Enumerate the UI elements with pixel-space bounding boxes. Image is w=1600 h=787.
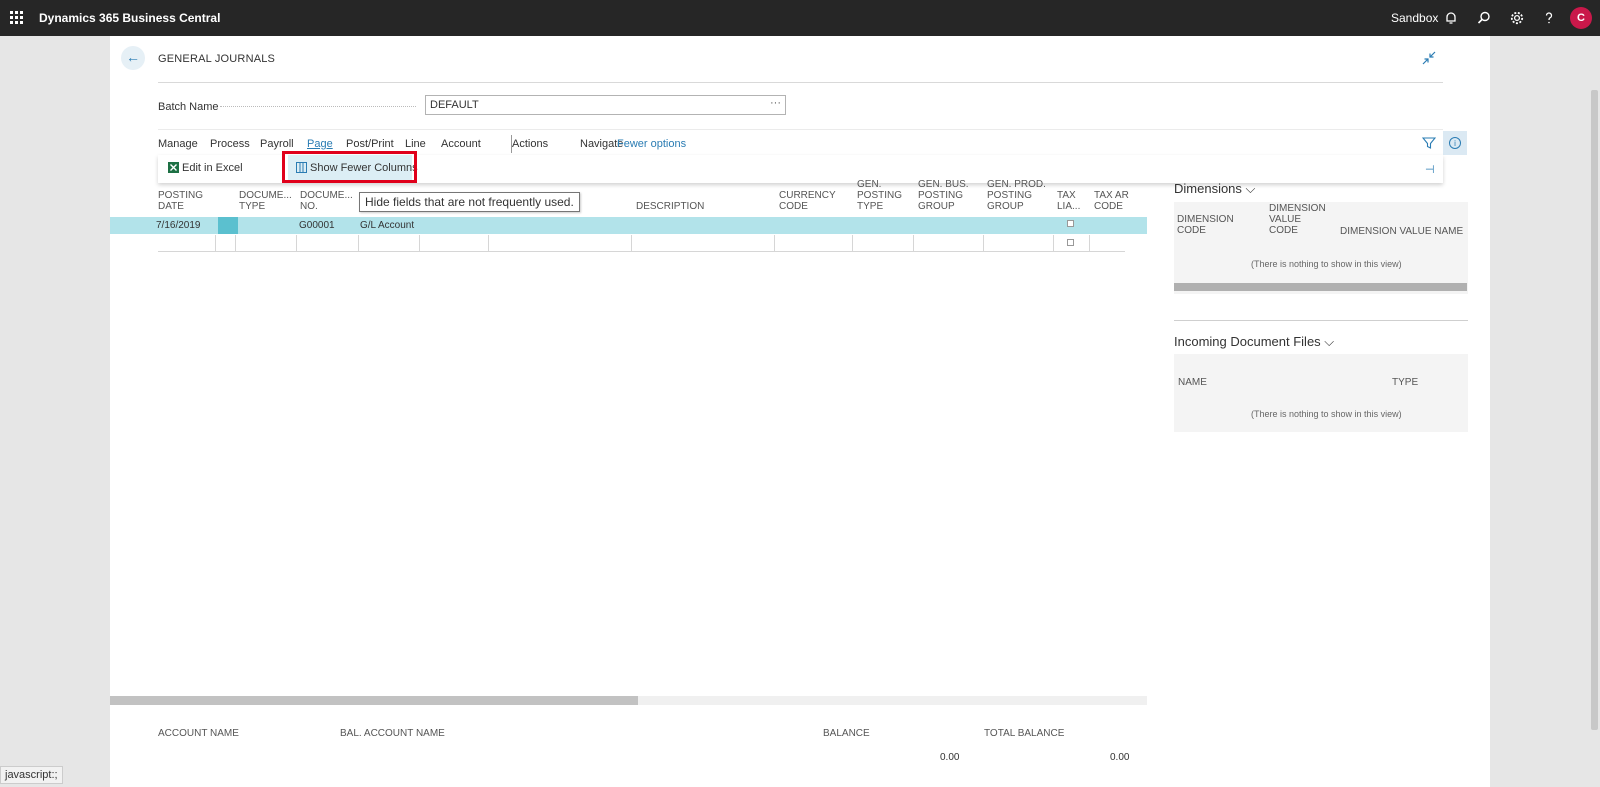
environment-name: Sandbox (1391, 11, 1439, 25)
factbox-toggle-button[interactable]: i (1443, 131, 1467, 155)
cell-account-type[interactable]: G/L Account (360, 220, 414, 231)
col-tax-liable[interactable]: TAX LIA... (1057, 190, 1080, 212)
incoming-type-header: TYPE (1392, 377, 1419, 388)
page-scrollbar[interactable] (1591, 90, 1598, 730)
cell-divider (488, 235, 489, 252)
action-payroll[interactable]: Payroll (260, 138, 294, 150)
action-line[interactable]: Line (405, 138, 426, 150)
incoming-empty-message: (There is nothing to show in this view) (1251, 409, 1402, 419)
cell-divider (1053, 235, 1054, 252)
cell-divider (296, 235, 297, 252)
cell-divider (631, 235, 632, 252)
incoming-docs-factbox-title[interactable]: Incoming Document Files ⌵ (1174, 334, 1334, 350)
col-gen-posting-type[interactable]: GEN. POSTING TYPE (857, 179, 902, 212)
dimension-code-header: DIMENSION CODE (1177, 214, 1234, 236)
app-title[interactable]: Dynamics 365 Business Central (39, 11, 220, 25)
cell-document-no[interactable]: G00001 (299, 220, 335, 231)
footer-total-balance-label: TOTAL BALANCE (984, 728, 1065, 739)
dimensions-empty-message: (There is nothing to show in this view) (1251, 259, 1402, 269)
action-fewer-options[interactable]: Fewer options (617, 138, 686, 150)
factbox-divider (1174, 320, 1468, 321)
dimension-value-code-header: DIMENSION VALUE CODE (1269, 203, 1326, 236)
edit-in-excel-label: Edit in Excel (182, 162, 243, 174)
action-actions[interactable]: Actions (512, 138, 548, 150)
footer-bal-account-name-label: BAL. ACCOUNT NAME (340, 728, 445, 739)
col-document-type[interactable]: DOCUME... TYPE (239, 190, 292, 212)
highlight-annotation-box (282, 151, 417, 183)
cell-divider (358, 235, 359, 252)
action-manage[interactable]: Manage (158, 138, 198, 150)
right-backdrop (1490, 36, 1600, 787)
col-description[interactable]: DESCRIPTION (636, 201, 704, 212)
grid-scroll-thumb[interactable] (110, 696, 638, 705)
action-post-print[interactable]: Post/Print (346, 138, 394, 150)
cell-divider (235, 235, 236, 252)
footer-balance-label: BALANCE (823, 728, 870, 739)
app-launcher-icon[interactable] (10, 11, 23, 24)
row-indicator[interactable] (218, 217, 238, 234)
tax-liable-checkbox[interactable] (1067, 239, 1074, 246)
status-bar-url: javascript:; (0, 766, 63, 784)
collapse-icon[interactable] (1422, 51, 1436, 65)
col-posting-date[interactable]: POSTING DATE (158, 190, 203, 212)
tax-liable-checkbox[interactable] (1067, 220, 1074, 227)
cell-divider (1089, 235, 1090, 252)
incoming-docs-factbox (1174, 354, 1468, 432)
help-icon[interactable] (1541, 10, 1557, 26)
user-avatar[interactable]: C (1570, 7, 1592, 29)
top-bar: Dynamics 365 Business Central Sandbox C (0, 0, 1600, 36)
excel-icon (168, 162, 179, 173)
bell-icon[interactable] (1443, 10, 1459, 26)
footer-account-name-label: ACCOUNT NAME (158, 728, 239, 739)
gear-icon[interactable] (1509, 10, 1525, 26)
col-gen-prod-posting-group[interactable]: GEN. PROD. POSTING GROUP (987, 179, 1046, 212)
chevron-down-icon: ⌵ (1245, 181, 1256, 196)
filter-icon[interactable] (1422, 136, 1436, 150)
action-account[interactable]: Account (441, 138, 481, 150)
dimensions-factbox-title[interactable]: Dimensions ⌵ (1174, 181, 1255, 197)
back-arrow-icon[interactable]: ← (121, 46, 145, 70)
cell-divider (913, 235, 914, 252)
cell-divider (215, 235, 216, 252)
action-process[interactable]: Process (210, 138, 250, 150)
col-document-no[interactable]: DOCUME... NO. (300, 190, 353, 212)
batch-name-value: DEFAULT (430, 99, 479, 111)
dimension-value-name-header: DIMENSION VALUE NAME (1340, 226, 1464, 237)
page-submenu: Edit in Excel Show Fewer Columns ⊣ (158, 151, 1443, 183)
dimensions-scrollbar[interactable] (1174, 283, 1467, 291)
col-gen-bus-posting-group[interactable]: GEN. BUS. POSTING GROUP (918, 179, 969, 212)
batch-name-label: Batch Name (158, 101, 219, 113)
tooltip: Hide fields that are not frequently used… (359, 192, 580, 212)
batch-lookup-button[interactable]: ··· (770, 97, 781, 109)
table-row-empty[interactable] (158, 235, 1125, 252)
info-icon: i (1449, 137, 1461, 149)
col-currency-code[interactable]: CURRENCY CODE (779, 190, 836, 212)
batch-leader-dots (220, 106, 416, 107)
search-icon[interactable] (1476, 10, 1492, 26)
table-row[interactable] (110, 217, 1147, 234)
page-title: GENERAL JOURNALS (158, 53, 276, 65)
cell-divider (983, 235, 984, 252)
batch-divider (158, 129, 1443, 130)
action-page[interactable]: Page (307, 138, 333, 150)
cell-divider (774, 235, 775, 252)
pin-icon[interactable]: ⊣ (1425, 163, 1435, 176)
edit-in-excel-button[interactable]: Edit in Excel (168, 162, 243, 174)
cell-posting-date[interactable]: 7/16/2019 (156, 220, 201, 231)
footer-total-balance-value: 0.00 (1110, 752, 1130, 763)
footer-balance-value: 0.00 (940, 752, 960, 763)
cell-divider (419, 235, 420, 252)
cell-divider (852, 235, 853, 252)
incoming-name-header: NAME (1178, 377, 1207, 388)
col-tax-area-code[interactable]: TAX AR CODE (1094, 190, 1129, 212)
title-divider (158, 82, 1443, 83)
left-backdrop (0, 36, 110, 787)
batch-name-field[interactable]: DEFAULT ··· (425, 95, 786, 115)
chevron-down-icon: ⌵ (1324, 334, 1335, 349)
